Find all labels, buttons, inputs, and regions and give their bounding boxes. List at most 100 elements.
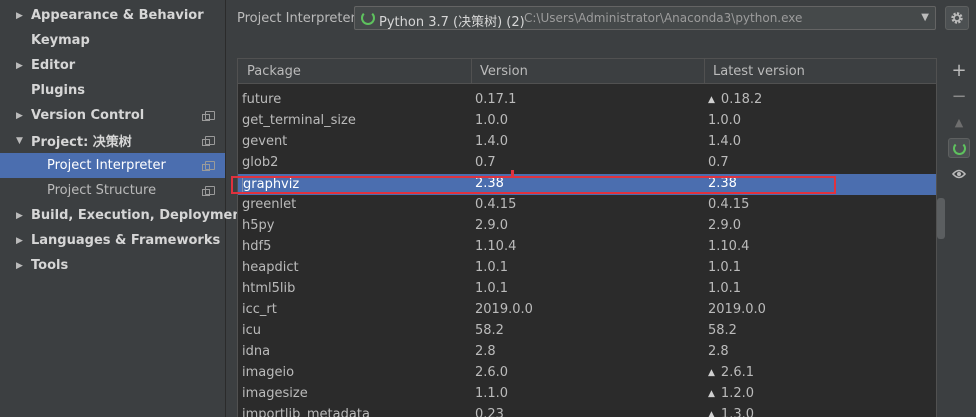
interpreter-label: Project Interpreter: — [237, 11, 361, 26]
table-row[interactable]: glob2 0.7 0.7 — [238, 153, 936, 174]
package-name: imagesize — [242, 386, 308, 401]
package-latest-version: 2.9.0 — [708, 218, 741, 233]
expand-arrow-icon: ▶ — [16, 60, 23, 71]
table-row[interactable]: icu 58.2 58.2 — [238, 321, 936, 342]
project-scope-icon — [202, 186, 215, 196]
vertical-scrollbar[interactable] — [937, 198, 945, 239]
column-divider — [471, 59, 472, 83]
sidebar-item-keymap[interactable]: Keymap — [0, 28, 225, 53]
upgrade-package-button[interactable]: ▲ — [948, 112, 970, 132]
sidebar-item-label: Languages & Frameworks — [31, 233, 221, 248]
remove-package-button[interactable]: − — [948, 86, 970, 107]
table-row[interactable]: html5lib 1.0.1 1.0.1 — [238, 279, 936, 300]
package-latest-version: ▲ 2.6.1 — [708, 365, 754, 380]
package-name: html5lib — [242, 281, 296, 296]
table-row[interactable]: hdf5 1.10.4 1.10.4 — [238, 237, 936, 258]
package-version: 1.1.0 — [475, 386, 509, 401]
sidebar-item-build[interactable]: ▶ Build, Execution, Deployment — [0, 203, 248, 228]
table-row[interactable]: graphviz 2.38 2.38 — [238, 174, 936, 195]
sidebar-item-label: Keymap — [31, 33, 90, 48]
package-name: heapdict — [242, 260, 299, 275]
column-header-latest[interactable]: Latest version — [713, 64, 805, 79]
package-latest-version: 0.4.15 — [708, 197, 749, 212]
package-latest-version: 1.4.0 — [708, 134, 741, 149]
upgrade-available-icon: ▲ — [708, 95, 715, 105]
package-version: 1.0.1 — [475, 281, 509, 296]
latest-version-value: 1.4.0 — [708, 134, 742, 149]
sidebar-item-languages[interactable]: ▶ Languages & Frameworks — [0, 228, 225, 253]
sidebar-item-label: Editor — [31, 58, 76, 73]
package-version: 1.0.0 — [475, 113, 509, 128]
package-name: idna — [242, 344, 271, 359]
package-name: glob2 — [242, 155, 279, 170]
latest-version-value: 1.0.1 — [708, 260, 742, 275]
package-version: 2.8 — [475, 344, 496, 359]
latest-version-value: 2.38 — [708, 176, 737, 191]
add-package-button[interactable]: + — [948, 60, 970, 81]
package-latest-version: ▲ 0.18.2 — [708, 92, 762, 107]
table-row[interactable]: greenlet 0.4.15 0.4.15 — [238, 195, 936, 216]
annotation-mark — [511, 170, 514, 176]
settings-sidebar: ▶ Appearance & Behavior Keymap ▶ Editor … — [0, 0, 248, 417]
package-version: 0.17.1 — [475, 92, 517, 107]
column-divider — [704, 59, 705, 83]
interpreter-select[interactable]: Python 3.7 (决策树) (2) C:\Users\Administra… — [354, 6, 936, 30]
table-row[interactable]: h5py 2.9.0 2.9.0 — [238, 216, 936, 237]
latest-version-value: 2019.0.0 — [708, 302, 766, 317]
table-row[interactable]: idna 2.8 2.8 — [238, 342, 936, 363]
package-name: imageio — [242, 365, 295, 380]
sidebar-item-label: Project: 决策树 — [31, 135, 132, 150]
sidebar-item-project-interpreter[interactable]: Project Interpreter — [0, 153, 225, 178]
sidebar-item-tools[interactable]: ▶ Tools — [0, 253, 225, 278]
upgrade-available-icon: ▲ — [708, 368, 715, 378]
table-row[interactable]: importlib_metadata 0.23 ▲ 1.3.0 — [238, 405, 936, 417]
package-version: 0.7 — [475, 155, 496, 170]
table-row[interactable]: gevent 1.4.0 1.4.0 — [238, 132, 936, 153]
package-version: 0.23 — [475, 407, 504, 417]
column-header-package[interactable]: Package — [247, 64, 301, 79]
sidebar-item-plugins[interactable]: Plugins — [0, 78, 225, 103]
project-scope-icon — [202, 111, 215, 121]
package-latest-version: 2019.0.0 — [708, 302, 766, 317]
table-row[interactable]: imagesize 1.1.0 ▲ 1.2.0 — [238, 384, 936, 405]
show-early-releases-button[interactable] — [948, 164, 970, 184]
upgrade-available-icon: ▲ — [708, 389, 715, 399]
sidebar-item-label: Build, Execution, Deployment — [31, 208, 248, 223]
latest-version-value: 0.7 — [708, 155, 729, 170]
expand-arrow-icon: ▶ — [16, 235, 23, 246]
table-row[interactable]: get_terminal_size 1.0.0 1.0.0 — [238, 111, 936, 132]
package-latest-version: 2.8 — [708, 344, 729, 359]
sidebar-item-project-structure[interactable]: Project Structure — [0, 178, 225, 203]
package-name: gevent — [242, 134, 288, 149]
project-scope-icon — [202, 136, 215, 146]
interpreter-settings-button[interactable] — [945, 6, 969, 30]
latest-version-value: 1.3.0 — [720, 407, 754, 417]
table-row[interactable]: icc_rt 2019.0.0 2019.0.0 — [238, 300, 936, 321]
package-version: 2019.0.0 — [475, 302, 533, 317]
interpreter-name: Python 3.7 (决策树) (2) — [379, 15, 525, 30]
sidebar-item-label: Version Control — [31, 108, 145, 123]
table-row[interactable]: imageio 2.6.0 ▲ 2.6.1 — [238, 363, 936, 384]
package-latest-version: 1.0.0 — [708, 113, 741, 128]
sidebar-item-label: Appearance & Behavior — [31, 8, 204, 23]
package-latest-version: 1.0.1 — [708, 260, 741, 275]
column-header-version[interactable]: Version — [480, 64, 528, 79]
sidebar-item-project[interactable]: ▼ Project: 决策树 — [0, 128, 225, 153]
latest-version-value: 2.6.1 — [720, 365, 754, 380]
latest-version-value: 1.2.0 — [720, 386, 754, 401]
upgrade-available-icon: ▲ — [708, 410, 715, 417]
sidebar-item-editor[interactable]: ▶ Editor — [0, 53, 225, 78]
use-conda-toggle[interactable] — [948, 138, 970, 158]
sidebar-item-version-control[interactable]: ▶ Version Control — [0, 103, 225, 128]
chevron-down-icon: ▼ — [921, 12, 929, 23]
upgrade-arrow-icon: ▲ — [954, 115, 964, 129]
table-row[interactable]: future 0.17.1 ▲ 0.18.2 — [238, 90, 936, 111]
package-latest-version: 1.10.4 — [708, 239, 749, 254]
sidebar-item-appearance[interactable]: ▶ Appearance & Behavior — [0, 3, 225, 28]
interpreter-path: C:\Users\Administrator\Anaconda3\python.… — [524, 11, 803, 25]
package-latest-version: 58.2 — [708, 323, 737, 338]
table-header: Package Version Latest version — [238, 59, 936, 84]
latest-version-value: 2.8 — [708, 344, 729, 359]
sidebar-item-label: Tools — [31, 258, 69, 273]
table-row[interactable]: heapdict 1.0.1 1.0.1 — [238, 258, 936, 279]
